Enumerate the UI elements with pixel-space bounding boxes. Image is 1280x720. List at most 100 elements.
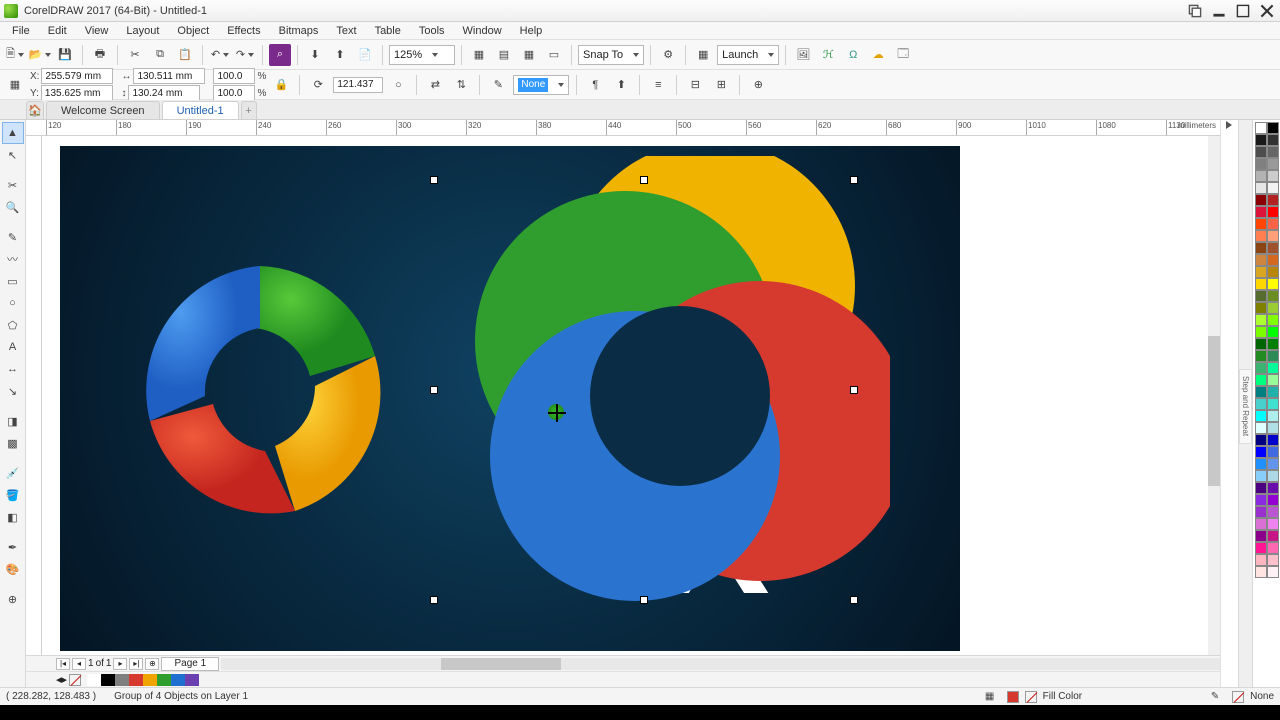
doc-palette-swatch[interactable]	[115, 674, 129, 686]
no-color-swatch[interactable]	[69, 674, 81, 686]
publish-pdf-button[interactable]: 📄	[354, 44, 376, 66]
font-manager-icon[interactable]: ℋ	[817, 44, 839, 66]
palette-swatch[interactable]	[1267, 350, 1279, 362]
scale-x-field[interactable]: 100.0	[213, 68, 255, 84]
menu-object[interactable]: Object	[169, 24, 217, 38]
outline-indicator[interactable]	[1232, 691, 1244, 703]
menu-text[interactable]: Text	[328, 24, 364, 38]
selection-handle-s[interactable]	[640, 596, 648, 604]
edit-fill-tool[interactable]: 🎨	[2, 558, 24, 580]
tab-document[interactable]: Untitled-1	[162, 101, 239, 119]
rotation-center-icon[interactable]: ○	[387, 74, 409, 96]
search-content-button[interactable]: ⌕	[269, 44, 291, 66]
horizontal-ruler[interactable]: millimeters 1201801902402603003203804405…	[26, 120, 1220, 136]
palette-swatch[interactable]	[1267, 302, 1279, 314]
palette-swatch[interactable]	[1267, 566, 1279, 578]
palette-swatch[interactable]	[1255, 242, 1267, 254]
doc-palette-swatch[interactable]	[129, 674, 143, 686]
snap-to-combo[interactable]: Snap To	[578, 45, 644, 65]
ungroup-button[interactable]: ⊟	[684, 74, 706, 96]
palette-swatch[interactable]	[1267, 506, 1279, 518]
menu-window[interactable]: Window	[455, 24, 510, 38]
palette-swatch[interactable]	[1255, 158, 1267, 170]
palette-swatch[interactable]	[1267, 158, 1279, 170]
palette-swatch[interactable]	[1267, 134, 1279, 146]
parallel-dimension-tool[interactable]: ↔	[2, 358, 24, 380]
y-field[interactable]: 135.625 mm	[41, 85, 113, 101]
selection-handle-nw[interactable]	[430, 176, 438, 184]
open-button[interactable]: 📂	[29, 44, 51, 66]
logo-right[interactable]	[430, 156, 890, 616]
export-button[interactable]: ⬆	[329, 44, 351, 66]
palette-swatch[interactable]	[1267, 122, 1279, 134]
palette-swatch[interactable]	[1255, 566, 1267, 578]
scale-y-field[interactable]: 100.0	[213, 85, 255, 101]
app-launcher-icon[interactable]: ▦	[692, 44, 714, 66]
palette-swatch[interactable]	[1255, 446, 1267, 458]
quick-customize-button[interactable]: ⊕	[2, 588, 24, 610]
add-preset-button[interactable]: ⊕	[747, 74, 769, 96]
palette-swatch[interactable]	[1267, 278, 1279, 290]
palette-swatch[interactable]	[1267, 182, 1279, 194]
print-button[interactable]: 🖶	[89, 44, 111, 66]
close-button[interactable]	[1258, 4, 1276, 18]
launch-combo[interactable]: Launch	[717, 45, 779, 65]
minimize-button[interactable]	[1210, 4, 1228, 18]
welcome-home-icon[interactable]: 🏠	[26, 101, 44, 119]
show-grid-button[interactable]: ▦	[518, 44, 540, 66]
copy-button[interactable]: ⧉	[149, 44, 171, 66]
doc-palette-swatch[interactable]	[87, 674, 101, 686]
outline-width-combo[interactable]: None	[513, 75, 569, 95]
menu-edit[interactable]: Edit	[40, 24, 75, 38]
palette-swatch[interactable]	[1255, 134, 1267, 146]
palette-swatch[interactable]	[1255, 470, 1267, 482]
menu-table[interactable]: Table	[367, 24, 409, 38]
first-page-button[interactable]: |◂	[56, 658, 70, 670]
tab-welcome[interactable]: Welcome Screen	[46, 101, 160, 119]
selection-center-icon[interactable]	[550, 406, 564, 420]
vertical-scrollbar[interactable]	[1208, 136, 1220, 655]
mirror-v-button[interactable]: ⇅	[450, 74, 472, 96]
palette-swatch[interactable]	[1255, 302, 1267, 314]
drop-shadow-tool[interactable]: ◨	[2, 410, 24, 432]
palette-swatch[interactable]	[1267, 398, 1279, 410]
show-guidelines-button[interactable]: ▭	[543, 44, 565, 66]
zoom-combo[interactable]: 125%	[389, 45, 455, 65]
pick-tool[interactable]: ▲	[2, 122, 24, 144]
wrap-text-button[interactable]: ¶	[584, 74, 606, 96]
redo-button[interactable]: ↷	[234, 44, 256, 66]
doc-palette-swatch[interactable]	[101, 674, 115, 686]
drawing-canvas[interactable]: aX	[42, 136, 1220, 655]
mirror-h-button[interactable]: ⇄	[424, 74, 446, 96]
palette-swatch[interactable]	[1267, 446, 1279, 458]
lock-ratio-button[interactable]: 🔒	[270, 74, 292, 96]
palette-swatch[interactable]	[1255, 554, 1267, 566]
menu-layout[interactable]: Layout	[118, 24, 167, 38]
palette-swatch[interactable]	[1267, 530, 1279, 542]
palette-swatch[interactable]	[1267, 170, 1279, 182]
palette-swatch[interactable]	[1267, 494, 1279, 506]
color-proof-icon[interactable]: ▦	[979, 686, 1001, 708]
cut-button[interactable]: ✂	[124, 44, 146, 66]
rectangle-tool[interactable]: ▭	[2, 270, 24, 292]
add-page-button[interactable]: ⊕	[145, 658, 159, 670]
palette-swatch[interactable]	[1255, 254, 1267, 266]
palette-swatch[interactable]	[1267, 206, 1279, 218]
palette-swatch[interactable]	[1267, 254, 1279, 266]
selection-handle-n[interactable]	[640, 176, 648, 184]
palette-swatch[interactable]	[1267, 470, 1279, 482]
palette-swatch[interactable]	[1267, 458, 1279, 470]
palette-swatch[interactable]	[1255, 530, 1267, 542]
outline-pen-status-icon[interactable]: ✎	[1204, 686, 1226, 708]
color-eyedropper-tool[interactable]: 💉	[2, 462, 24, 484]
palette-swatch[interactable]	[1267, 434, 1279, 446]
palette-swatch[interactable]	[1255, 350, 1267, 362]
zoom-tool[interactable]: 🔍	[2, 196, 24, 218]
palette-swatch[interactable]	[1255, 326, 1267, 338]
docker-step-repeat[interactable]: Step and Repeat	[1239, 369, 1252, 443]
paste-button[interactable]: 📋	[174, 44, 196, 66]
palette-swatch[interactable]	[1255, 194, 1267, 206]
palette-swatch[interactable]	[1267, 338, 1279, 350]
palette-swatch[interactable]	[1255, 542, 1267, 554]
palette-swatch[interactable]	[1267, 386, 1279, 398]
